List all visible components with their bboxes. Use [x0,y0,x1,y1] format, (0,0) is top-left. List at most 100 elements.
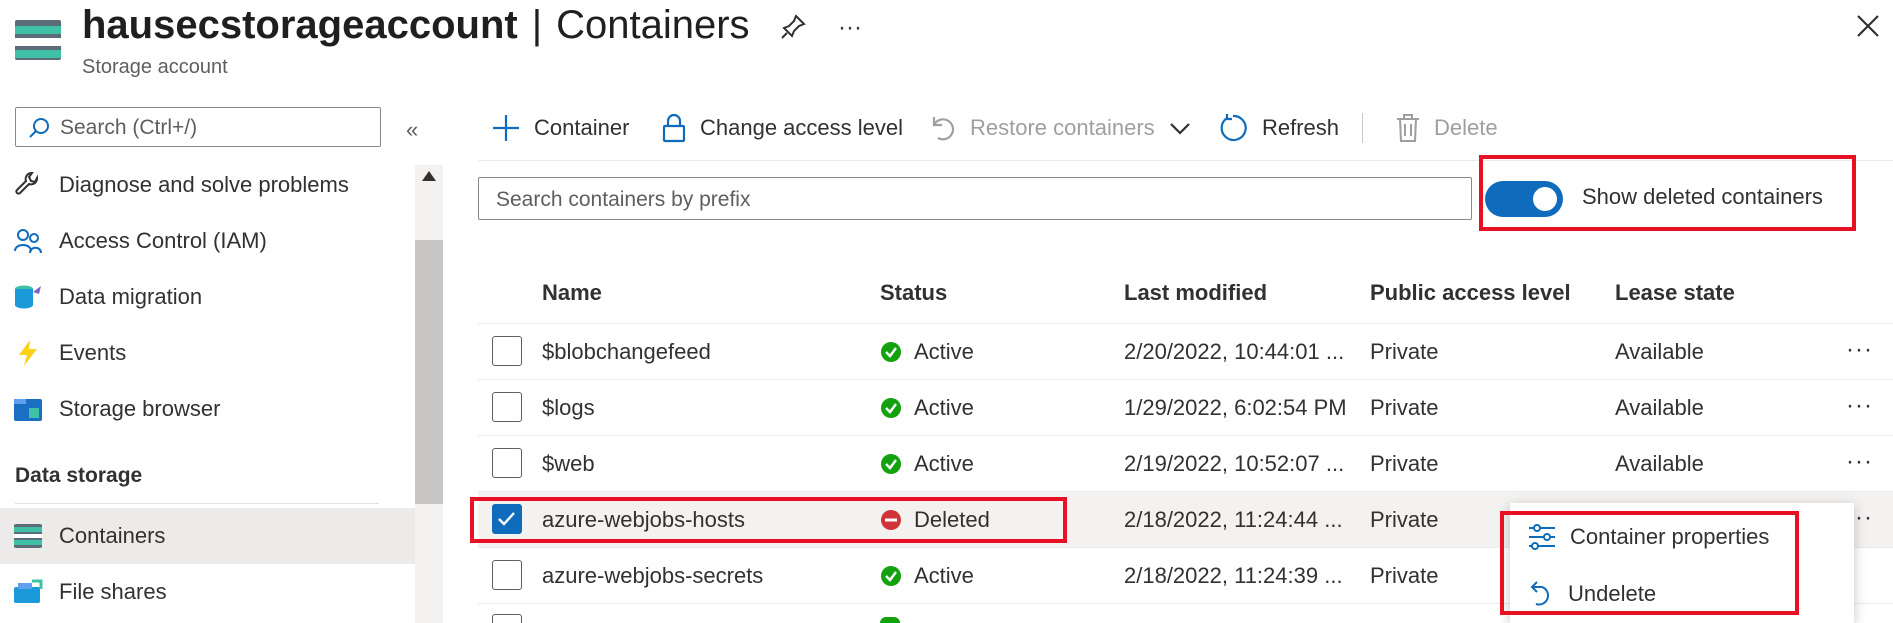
add-container-button[interactable]: Container [492,108,629,148]
lightning-icon [13,338,43,368]
plus-icon [492,114,520,142]
sidebar-search[interactable] [15,107,381,147]
lock-icon [662,113,686,143]
active-status-icon [880,453,902,475]
sidebar-search-input[interactable] [58,114,362,142]
sidebar-item-label: Containers [59,523,166,548]
column-header-lease-state[interactable]: Lease state [1615,280,1735,306]
active-status-icon [880,397,902,419]
row-checkbox[interactable] [492,448,522,478]
refresh-label: Refresh [1262,115,1340,140]
add-container-label: Container [534,115,630,140]
container-name[interactable]: $logs [542,380,595,436]
status-cell: Active [880,324,974,380]
change-access-level-label: Change access level [700,115,904,140]
status-cell: Active [880,548,974,604]
scroll-up-icon[interactable] [421,170,437,182]
sidebar-item-data-migration[interactable]: Data migration [0,269,415,325]
container-name[interactable]: azure-webjobs-secrets [542,548,763,604]
last-modified: 2/18/2022, 11:24:44 ... [1124,507,1343,532]
status-cell: Active [880,436,974,492]
access-level: Private [1370,395,1439,420]
lease-state: Available [1615,339,1704,364]
storage-account-icon [15,20,61,60]
change-access-level-button[interactable]: Change access level [662,108,903,148]
sidebar-item-events[interactable]: Events [0,325,415,381]
row-checkbox[interactable] [492,336,522,366]
container-search-input[interactable] [494,186,1458,214]
collapse-sidebar-icon[interactable]: « [406,117,418,143]
container-name[interactable]: $web [542,436,595,492]
sidebar-item-containers[interactable]: Containers [0,508,415,564]
sidebar-item-iam[interactable]: Access Control (IAM) [0,213,415,269]
file-shares-icon [13,577,43,607]
section-divider [15,503,379,504]
page-name: Containers [556,3,750,47]
resource-name: hausecstorageaccount [82,3,518,47]
close-icon[interactable] [1856,14,1880,38]
column-header-access-level[interactable]: Public access level [1370,280,1571,306]
table-row[interactable]: $logs Active 1/29/2022, 6:02:54 PM Priva… [478,380,1893,436]
last-modified: 2/18/2022, 11:24:39 ... [1124,563,1343,588]
lease-state: Available [1615,451,1704,476]
row-checkbox-partial[interactable] [492,614,522,623]
access-level: Private [1370,563,1439,588]
row-more-icon[interactable]: ··· [1846,392,1873,420]
sidebar-scrollbar-thumb[interactable] [415,240,443,504]
row-checkbox[interactable] [492,560,522,590]
title-separator: | [531,3,543,47]
row-more-icon[interactable]: ··· [1846,336,1873,364]
sidebar-item-file-shares[interactable]: File shares [0,564,415,620]
restore-containers-button[interactable]: Restore containers [930,108,1191,148]
row-more-icon[interactable]: ··· [1846,448,1873,476]
page-title: hausecstorageaccount | Containers [82,0,750,50]
sidebar-item-label: Events [59,340,127,365]
delete-button[interactable]: Delete [1396,108,1498,148]
highlight-deleted-row [470,497,1067,543]
highlight-toggle [1479,155,1856,231]
people-icon [13,226,43,256]
delete-label: Delete [1434,115,1498,140]
storage-browser-icon [13,394,43,424]
last-modified: 2/19/2022, 10:52:07 ... [1124,451,1345,476]
table-row[interactable]: $web Active 2/19/2022, 10:52:07 ... Priv… [478,436,1893,492]
sidebar-item-label: Access Control (IAM) [59,228,267,253]
table-row[interactable]: $blobchangefeed Active 2/20/2022, 10:44:… [478,324,1893,380]
refresh-button[interactable]: Refresh [1218,108,1339,148]
sidebar-item-label: Data migration [59,284,203,309]
last-modified: 1/29/2022, 6:02:54 PM [1124,395,1347,420]
lease-state: Available [1615,395,1704,420]
access-level: Private [1370,339,1439,364]
containers-icon [13,521,43,551]
status-text: Active [914,563,974,588]
column-header-name[interactable]: Name [542,280,602,306]
status-text: Active [914,395,974,420]
access-level: Private [1370,451,1439,476]
column-header-last-modified[interactable]: Last modified [1124,280,1267,306]
container-search[interactable] [478,177,1472,220]
sidebar-item-diagnose[interactable]: Diagnose and solve problems [0,157,415,213]
restore-containers-label: Restore containers [970,115,1155,140]
pin-icon[interactable] [779,13,807,41]
section-data-storage: Data storage [15,464,143,487]
sidebar-item-storage-browser[interactable]: Storage browser [0,381,415,437]
access-level: Private [1370,507,1439,532]
sidebar-item-label: File shares [59,579,167,604]
wrench-icon [13,170,43,200]
column-header-status[interactable]: Status [880,280,947,306]
last-modified: 2/20/2022, 10:44:01 ... [1124,339,1345,364]
highlight-context-menu [1500,511,1799,615]
status-text: Active [914,339,974,364]
sidebar-item-label: Storage browser [59,396,221,421]
resource-type: Storage account [82,56,228,78]
chevron-down-icon[interactable] [1169,121,1191,135]
row-checkbox[interactable] [492,392,522,422]
trash-icon [1396,113,1420,143]
status-cell: Active [880,380,974,436]
more-icon[interactable]: ··· [838,14,862,42]
data-migration-icon [13,282,43,312]
container-name[interactable]: $blobchangefeed [542,324,711,380]
search-icon [28,117,50,139]
status-text: Active [914,451,974,476]
sidebar-item-label: Diagnose and solve problems [59,172,349,197]
